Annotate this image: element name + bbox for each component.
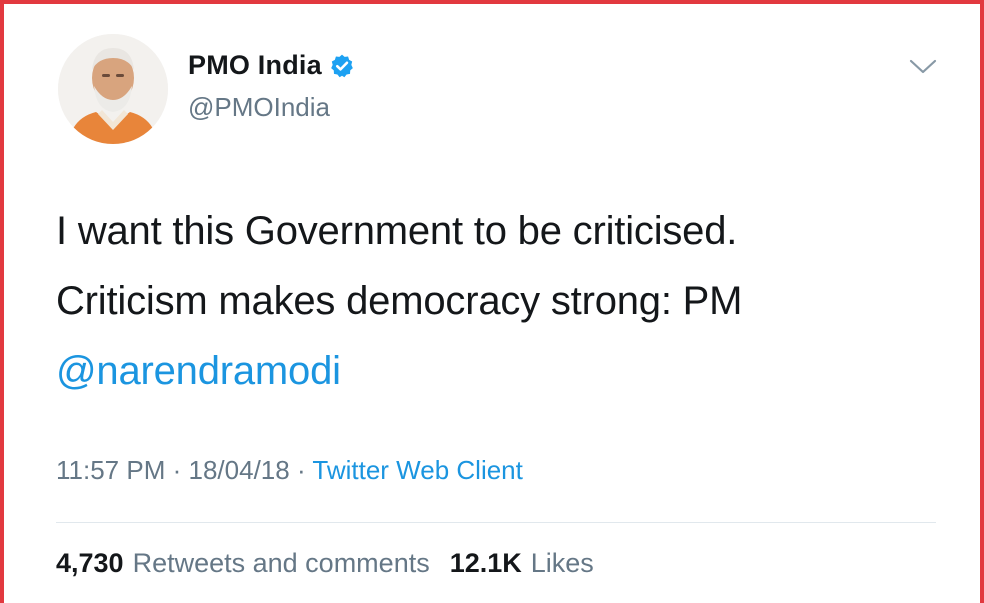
verified-badge-icon xyxy=(329,53,355,79)
tweet-date[interactable]: 18/04/18 xyxy=(189,455,290,485)
chevron-down-icon[interactable] xyxy=(908,56,938,78)
meta-separator: · xyxy=(296,455,306,485)
tweet-text: I want this Government to be criticised.… xyxy=(56,196,936,406)
likes-count: 12.1K xyxy=(449,548,522,578)
retweets-stat[interactable]: 4,730 Retweets and comments xyxy=(56,548,430,579)
retweets-label: Retweets and comments xyxy=(132,548,430,578)
likes-label: Likes xyxy=(530,548,594,578)
meta-separator: · xyxy=(172,455,182,485)
tweet-card: PMO India @PMOIndia I want this Governme… xyxy=(0,0,984,603)
tweet-source-link[interactable]: Twitter Web Client xyxy=(312,455,522,485)
author-handle[interactable]: @PMOIndia xyxy=(188,92,330,123)
avatar[interactable] xyxy=(58,34,168,144)
author-display-name[interactable]: PMO India xyxy=(188,50,322,81)
mention-link[interactable]: @narendramodi xyxy=(56,349,341,393)
divider xyxy=(56,522,936,523)
tweet-time[interactable]: 11:57 PM xyxy=(56,455,165,485)
tweet-metadata: 11:57 PM · 18/04/18 · Twitter Web Client xyxy=(56,455,523,486)
author-name-row[interactable]: PMO India xyxy=(188,50,355,81)
tweet-text-line: I want this Government to be criticised. xyxy=(56,209,738,253)
retweets-count: 4,730 xyxy=(56,548,124,578)
likes-stat[interactable]: 12.1K Likes xyxy=(450,548,594,579)
profile-photo-icon xyxy=(58,34,168,144)
tweet-text-line: Criticism makes democracy strong: PM xyxy=(56,279,743,323)
tweet-stats: 4,730 Retweets and comments 12.1K Likes xyxy=(56,548,614,579)
